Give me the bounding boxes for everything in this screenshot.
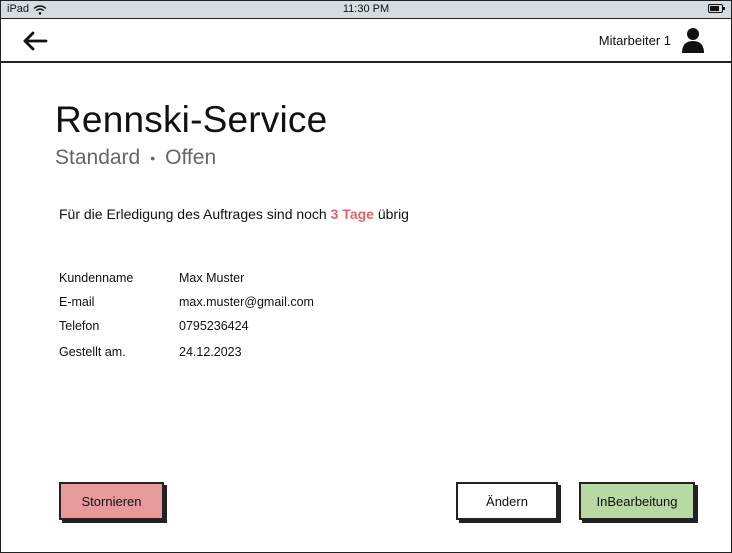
order-priority: Standard: [55, 146, 141, 169]
info-label: Telefon: [59, 319, 100, 333]
order-status: Offen: [165, 146, 217, 169]
remaining-days: 3 Tage: [330, 206, 374, 222]
info-label: Kundenname: [59, 271, 134, 285]
info-value: 24.12.2023: [179, 345, 242, 359]
order-meta: Standard • Offen: [55, 146, 216, 170]
notice-prefix: Für die Erledigung des Auftrages sind no…: [59, 206, 327, 222]
edit-button[interactable]: Ändern: [456, 482, 558, 520]
battery-icon: [708, 4, 725, 13]
info-row-phone: Telefon 0795236424: [59, 314, 314, 338]
in-progress-button[interactable]: InBearbeitung: [579, 482, 695, 520]
back-button[interactable]: [21, 29, 51, 53]
app-frame: iPad 11:30 PM Mitarbeiter 1 Rennski-Serv…: [0, 0, 732, 553]
deadline-notice: Für die Erledigung des Auftrages sind no…: [59, 206, 409, 222]
info-row-name: Kundenname Max Muster: [59, 266, 314, 290]
page-title: Rennski-Service: [55, 99, 328, 140]
info-row-email: E-mail max.muster@gmail.com: [59, 290, 314, 314]
top-nav: Mitarbeiter 1: [1, 19, 731, 63]
info-label: Gestellt am.: [59, 345, 126, 359]
meta-separator: •: [150, 150, 156, 166]
info-row-date: Gestellt am. 24.12.2023: [59, 340, 314, 364]
arrow-left-icon: [23, 31, 48, 51]
info-value: 0795236424: [179, 319, 249, 333]
user-menu[interactable]: Mitarbeiter 1: [599, 27, 705, 53]
info-label: E-mail: [59, 295, 95, 309]
user-name: Mitarbeiter 1: [598, 32, 671, 48]
info-value: Max Muster: [179, 271, 245, 285]
info-value: max.muster@gmail.com: [179, 295, 314, 309]
status-time: 11:30 PM: [342, 3, 390, 15]
notice-suffix: übrig: [377, 206, 409, 222]
user-icon: [682, 28, 704, 53]
cancel-button[interactable]: Stornieren: [59, 482, 164, 520]
customer-info: Kundenname Max Muster E-mail max.muster@…: [59, 266, 314, 364]
status-bar: iPad 11:30 PM: [1, 1, 731, 19]
